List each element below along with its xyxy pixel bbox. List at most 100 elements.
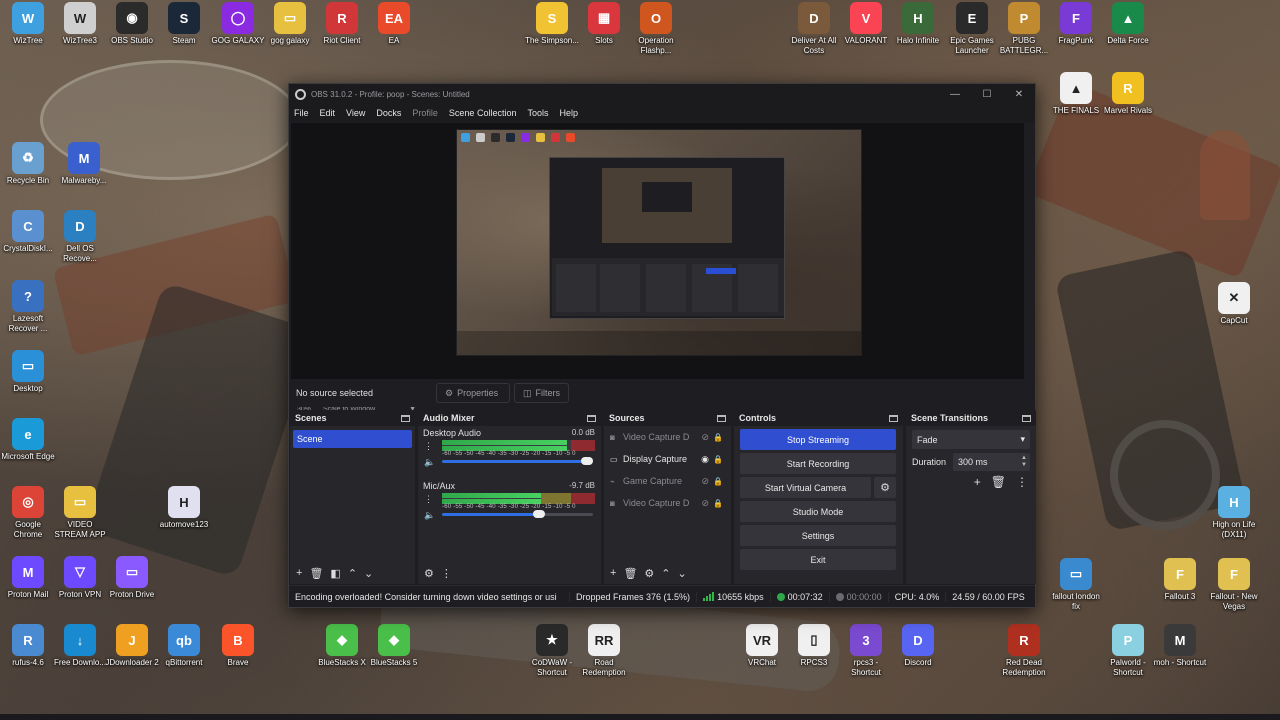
settings-button[interactable]: Settings (740, 525, 896, 546)
move-up-icon[interactable]: ⌃ (661, 567, 670, 580)
speaker-icon[interactable]: 🔈 (424, 457, 435, 467)
desktop-icon[interactable]: ▽ Proton VPN (52, 556, 108, 600)
desktop-icon[interactable]: RR Road Redemption (576, 624, 632, 678)
desktop-icon[interactable]: ▲ Delta Force (1100, 2, 1156, 46)
scene-item[interactable]: Scene (293, 430, 412, 448)
desktop-icon[interactable]: ▭ VIDEO STREAM APP (52, 486, 108, 540)
volume-slider[interactable] (442, 457, 593, 465)
taskbar[interactable] (0, 714, 1280, 720)
desktop-icon[interactable]: ? Lazesoft Recover ... (0, 280, 56, 334)
desktop-icon[interactable]: H High on Life (DX11) (1206, 486, 1262, 540)
stop-streaming-button[interactable]: Stop Streaming (740, 429, 896, 450)
desktop-icon[interactable]: D Dell OS Recove... (52, 210, 108, 264)
add-icon[interactable]: + (974, 475, 981, 489)
maximize-button[interactable]: ☐ (971, 89, 1003, 100)
desktop-icon[interactable]: M Proton Mail (0, 556, 56, 600)
undock-icon[interactable] (1022, 414, 1031, 422)
desktop-icon[interactable]: F Fallout - New Vegas (1206, 558, 1262, 612)
gear-icon[interactable]: ⚙ (874, 477, 896, 498)
trash-icon[interactable]: 🗑 (623, 567, 637, 580)
desktop-icon[interactable]: D Discord (890, 624, 946, 668)
menu-help[interactable]: Help (559, 108, 578, 118)
desktop-icon[interactable]: ★ CoDWaW - Shortcut (524, 624, 580, 678)
eye-hidden-icon[interactable]: ⊘ (701, 498, 709, 509)
volume-slider[interactable] (442, 510, 593, 518)
source-item[interactable]: ▭ Display Capture ◉ 🔒 (604, 448, 731, 470)
lock-icon[interactable]: 🔒 (713, 455, 723, 464)
desktop-icon[interactable]: ▭ gog galaxy (262, 2, 318, 46)
studio-mode-button[interactable]: Studio Mode (740, 501, 896, 522)
kebab-icon[interactable]: ⋮ (424, 441, 433, 451)
menu-docks[interactable]: Docks (376, 108, 401, 118)
start-virtual-camera-button[interactable]: Start Virtual Camera (740, 477, 871, 498)
desktop-icon[interactable]: ▭ Proton Drive (104, 556, 160, 600)
gear-icon[interactable]: ⚙ (644, 567, 654, 580)
desktop-icon[interactable]: VR VRChat (734, 624, 790, 668)
eye-icon[interactable]: ◉ (701, 454, 709, 465)
desktop-icon[interactable]: W WizTree (0, 2, 56, 46)
desktop-icon[interactable]: qb qBittorrent (156, 624, 212, 668)
desktop-icon[interactable]: R Marvel Rivals (1100, 72, 1156, 116)
minimize-button[interactable]: — (939, 89, 971, 100)
desktop-icon[interactable]: ✕ CapCut (1206, 282, 1262, 326)
close-button[interactable]: ✕ (1003, 89, 1035, 100)
preview-canvas[interactable]: 30% Scale to Window ▼ (291, 123, 1024, 413)
desktop-icon[interactable]: ♻ Recycle Bin (0, 142, 56, 186)
properties-button[interactable]: ⚙ Properties (436, 383, 510, 403)
desktop-icon[interactable]: ▭ Desktop (0, 350, 56, 394)
desktop-icon[interactable]: ◉ OBS Studio (104, 2, 160, 46)
desktop-icon[interactable]: R Riot Client (314, 2, 370, 46)
kebab-icon[interactable]: ⋮ (424, 494, 433, 504)
desktop-icon[interactable]: M Malwareby... (56, 142, 112, 186)
desktop-icon[interactable]: Mmoh - Shortcut (1152, 624, 1208, 668)
move-down-icon[interactable]: ⌄ (678, 567, 687, 580)
advanced-audio-icon[interactable]: ⚙ (424, 567, 434, 580)
desktop-icon[interactable]: W WizTree3 (52, 2, 108, 46)
menu-edit[interactable]: Edit (320, 108, 336, 118)
start-recording-button[interactable]: Start Recording (740, 453, 896, 474)
desktop-icon[interactable]: 3 rpcs3 - Shortcut (838, 624, 894, 678)
menu-view[interactable]: View (346, 108, 365, 118)
eye-hidden-icon[interactable]: ⊘ (701, 476, 709, 487)
desktop-icon[interactable]: J JDownloader 2 (104, 624, 160, 668)
desktop-icon[interactable]: EA EA (366, 2, 422, 46)
lock-icon[interactable]: 🔒 (713, 477, 723, 486)
title-bar[interactable]: OBS 31.0.2 - Profile: poop - Scenes: Unt… (289, 84, 1035, 104)
menu-tools[interactable]: Tools (527, 108, 548, 118)
add-icon[interactable]: + (610, 567, 616, 579)
desktop-icon[interactable]: B Brave (210, 624, 266, 668)
add-icon[interactable]: + (296, 567, 302, 579)
desktop-icon[interactable]: ◯ GOG GALAXY (210, 2, 266, 46)
desktop-icon[interactable]: ◆ BlueStacks X (314, 624, 370, 668)
source-item[interactable]: ⌁ Game Capture ⊘ 🔒 (604, 470, 731, 492)
source-item[interactable]: ◙ Video Capture D ⊘ 🔒 (604, 426, 731, 448)
desktop-icon[interactable]: ◎ Google Chrome (0, 486, 56, 540)
filter-icon[interactable]: ◧ (330, 567, 340, 580)
spin-arrows-icon[interactable]: ▲ ▼ (1021, 455, 1030, 469)
desktop-icon[interactable]: P PUBG BATTLEGR... (996, 2, 1052, 56)
desktop-icon[interactable]: S The Simpson... (524, 2, 580, 46)
desktop-icon[interactable]: e Microsoft Edge (0, 418, 56, 462)
undock-icon[interactable] (717, 414, 726, 422)
move-up-icon[interactable]: ⌃ (348, 567, 357, 580)
lock-icon[interactable]: 🔒 (713, 433, 723, 442)
duration-spinbox[interactable]: 300 ms ▲ ▼ (953, 453, 1030, 471)
desktop-icon[interactable]: H Halo Infinite (890, 2, 946, 46)
desktop-icon[interactable]: C CrystalDiskI... (0, 210, 56, 254)
lock-icon[interactable]: 🔒 (713, 499, 723, 508)
kebab-icon[interactable]: ⋮ (441, 567, 452, 580)
desktop-icon[interactable]: ◆ BlueStacks 5 (366, 624, 422, 668)
desktop-icon[interactable]: ↓ Free Downlo... (52, 624, 108, 668)
kebab-icon[interactable]: ⋮ (1016, 475, 1028, 489)
exit-button[interactable]: Exit (740, 549, 896, 570)
desktop-icon[interactable]: ▭ fallout london fix (1048, 558, 1104, 612)
desktop-icon[interactable]: Rrufus-4.6 (0, 624, 56, 668)
transition-select[interactable]: Fade ▾ (912, 430, 1030, 449)
eye-hidden-icon[interactable]: ⊘ (701, 432, 709, 443)
desktop-icon[interactable]: D Deliver At All Costs (786, 2, 842, 56)
desktop-icon[interactable]: ▲ THE FINALS (1048, 72, 1104, 116)
desktop-icon[interactable]: ▦ Slots (576, 2, 632, 46)
menu-scene-collection[interactable]: Scene Collection (449, 108, 517, 118)
move-down-icon[interactable]: ⌄ (364, 567, 373, 580)
desktop-icon[interactable]: O Operation Flashp... (628, 2, 684, 56)
